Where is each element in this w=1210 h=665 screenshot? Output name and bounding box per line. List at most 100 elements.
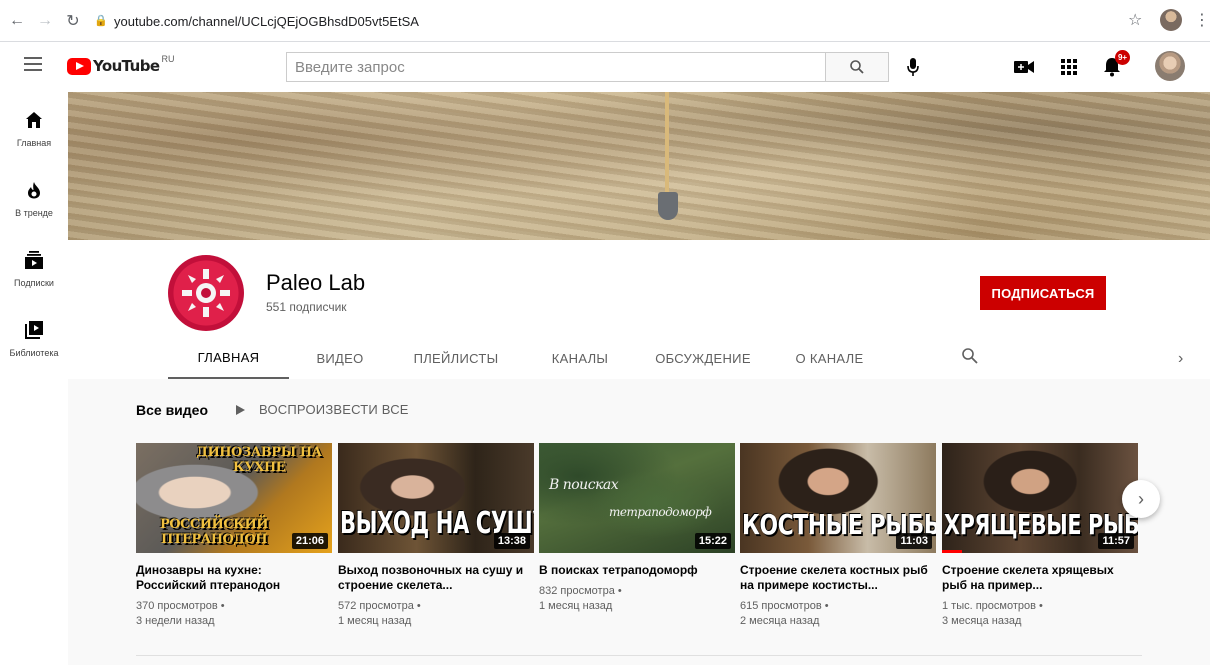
video-duration: 11:57 (1098, 533, 1134, 549)
back-arrow-icon[interactable]: ← (6, 10, 28, 32)
paleo-lab-logo-icon (182, 269, 230, 317)
guide-item-label: Главная (16, 138, 52, 148)
tabs-next-chevron-icon[interactable]: › (1178, 350, 1194, 367)
guide-item-label: Подписки (14, 278, 54, 288)
video-thumbnail[interactable]: ДИНОЗАВРЫ НА КУХНЕ РОССИЙСКИЙ ПТЕРАНОДОН… (136, 443, 332, 553)
video-views: 1 тыс. просмотров • (942, 600, 1043, 612)
video-title[interactable]: Строение скелета костных рыб на примере … (740, 563, 936, 593)
thumbnail-caption: РОССИЙСКИЙ ПТЕРАНОДОН (159, 517, 269, 547)
channel-avatar[interactable] (168, 255, 244, 331)
browser-menu-icon[interactable]: ⋮ (1194, 10, 1210, 30)
tab-channels[interactable]: КАНАЛЫ (521, 338, 639, 379)
channel-banner (68, 92, 1210, 240)
guide-item-subscriptions[interactable]: Подписки (0, 232, 68, 302)
tab-about[interactable]: О КАНАЛЕ (767, 338, 892, 379)
video-meta: 572 просмотра • 1 месяц назад (338, 599, 534, 629)
apps-grid-icon (1061, 59, 1077, 75)
subscriber-count: 551 подписчик (266, 300, 347, 314)
fire-icon (28, 182, 40, 199)
video-meta: 370 просмотров • 3 недели назад (136, 599, 332, 629)
watch-progress-bar (942, 550, 962, 553)
video-title[interactable]: Выход позвоночных на сушу и строение ске… (338, 563, 534, 593)
thumbnail-caption: тетраподоморф (609, 505, 712, 519)
forward-arrow-icon[interactable]: → (34, 10, 56, 32)
video-thumbnail[interactable]: ВЫХОД НА СУШУ 13:38 (338, 443, 534, 553)
banner-shovel-handle (665, 92, 669, 196)
bookmark-star-icon[interactable]: ☆ (1128, 10, 1142, 30)
video-age: 2 месяца назад (740, 615, 820, 627)
masthead: YouTube RU Введите запрос 9+ (0, 42, 1210, 92)
video-card[interactable]: ХРЯЩЕВЫЕ РЫБЫ 11:57 Строение скелета хря… (942, 443, 1138, 629)
channel-content: Все видео ВОСПРОИЗВЕСТИ ВСЕ ДИНОЗАВРЫ НА… (68, 379, 1210, 665)
home-icon (26, 112, 42, 128)
section-divider (136, 655, 1142, 656)
video-meta: 615 просмотров • 2 месяца назад (740, 599, 936, 629)
video-thumbnail[interactable]: ХРЯЩЕВЫЕ РЫБЫ 11:57 (942, 443, 1138, 553)
video-views: 572 просмотра • (338, 600, 421, 612)
url-text: youtube.com/channel/UCLcjQEjOGBhsdD05vt5… (114, 13, 419, 29)
tab-videos[interactable]: ВИДЕО (289, 338, 391, 379)
video-thumbnail[interactable]: КОСТНЫЕ РЫБЫ 11:03 (740, 443, 936, 553)
thumbnail-caption: В поисках (549, 477, 619, 493)
account-avatar[interactable] (1155, 51, 1185, 81)
video-age: 1 месяц назад (539, 600, 613, 612)
video-card[interactable]: КОСТНЫЕ РЫБЫ 11:03 Строение скелета кост… (740, 443, 936, 629)
guide-item-trending[interactable]: В тренде (0, 162, 68, 232)
menu-icon[interactable] (24, 57, 42, 71)
video-card[interactable]: ВЫХОД НА СУШУ 13:38 Выход позвоночных на… (338, 443, 534, 629)
search-input[interactable]: Введите запрос (286, 52, 826, 82)
shelf-title[interactable]: Все видео (136, 402, 208, 418)
play-all-label: ВОСПРОИЗВЕСТИ ВСЕ (259, 402, 409, 417)
video-camera-icon (1014, 61, 1034, 73)
guide-item-home[interactable]: Главная (0, 92, 68, 162)
logo-text: YouTube (93, 57, 160, 75)
library-icon (25, 321, 43, 339)
guide-item-library[interactable]: Библиотека (0, 302, 68, 372)
video-title[interactable]: Динозавры на кухне: Российский птеранодо… (136, 563, 332, 593)
address-bar[interactable]: 🔒 youtube.com/channel/UCLcjQEjOGBhsdD05v… (94, 8, 1134, 34)
video-age: 3 месяца назад (942, 615, 1022, 627)
apps-button[interactable] (1057, 55, 1081, 79)
browser-profile-avatar[interactable] (1160, 9, 1182, 31)
video-meta: 832 просмотра • 1 месяц назад (539, 584, 735, 614)
video-title[interactable]: Строение скелета хрящевых рыб на пример.… (942, 563, 1138, 593)
channel-header: Paleo Lab 551 подписчик ПОДПИСАТЬСЯ ГЛАВ… (68, 240, 1210, 379)
shelf-next-chevron-icon[interactable]: › (1122, 480, 1160, 518)
video-thumbnail[interactable]: В поисках тетраподоморф 15:22 (539, 443, 735, 553)
lock-icon: 🔒 (94, 15, 108, 27)
search-icon (962, 348, 978, 364)
video-age: 3 недели назад (136, 615, 215, 627)
subscriptions-icon (25, 251, 43, 269)
notification-count-badge: 9+ (1115, 50, 1130, 65)
video-views: 370 просмотров • (136, 600, 225, 612)
youtube-logo[interactable]: YouTube RU (67, 54, 174, 75)
video-card[interactable]: В поисках тетраподоморф 15:22 В поисках … (539, 443, 735, 614)
channel-search-button[interactable] (961, 347, 983, 369)
thumbnail-caption: ДИНОЗАВРЫ НА КУХНЕ (196, 445, 322, 475)
video-views: 832 просмотра • (539, 585, 622, 597)
video-age: 1 месяц назад (338, 615, 412, 627)
video-title[interactable]: В поисках тетраподоморф (539, 563, 735, 578)
tab-discussion[interactable]: ОБСУЖДЕНИЕ (639, 338, 767, 379)
banner-shovel-blade (658, 192, 678, 220)
search-button[interactable] (826, 52, 889, 82)
guide-item-label: Библиотека (9, 348, 59, 358)
tab-home[interactable]: ГЛАВНАЯ (168, 338, 289, 379)
video-views: 615 просмотров • (740, 600, 829, 612)
channel-name: Paleo Lab (266, 270, 366, 295)
reload-icon[interactable]: ↻ (62, 10, 84, 32)
tab-playlists[interactable]: ПЛЕЙЛИСТЫ (391, 338, 521, 379)
mini-guide: Главная В тренде Подписки Библиотека (0, 92, 68, 665)
voice-search-button[interactable] (902, 54, 924, 80)
subscribe-button[interactable]: ПОДПИСАТЬСЯ (980, 276, 1106, 310)
video-duration: 13:38 (493, 533, 530, 549)
video-duration: 11:03 (896, 533, 932, 549)
play-all-button[interactable]: ВОСПРОИЗВЕСТИ ВСЕ (236, 402, 409, 417)
search-icon (850, 60, 864, 74)
guide-item-label: В тренде (15, 208, 53, 218)
video-card[interactable]: ДИНОЗАВРЫ НА КУХНЕ РОССИЙСКИЙ ПТЕРАНОДОН… (136, 443, 332, 629)
browser-toolbar: ← → ↻ 🔒 youtube.com/channel/UCLcjQEjOGBh… (0, 0, 1210, 42)
video-meta: 1 тыс. просмотров • 3 месяца назад (942, 599, 1138, 629)
play-icon (236, 404, 245, 415)
create-video-button[interactable] (1012, 55, 1036, 79)
